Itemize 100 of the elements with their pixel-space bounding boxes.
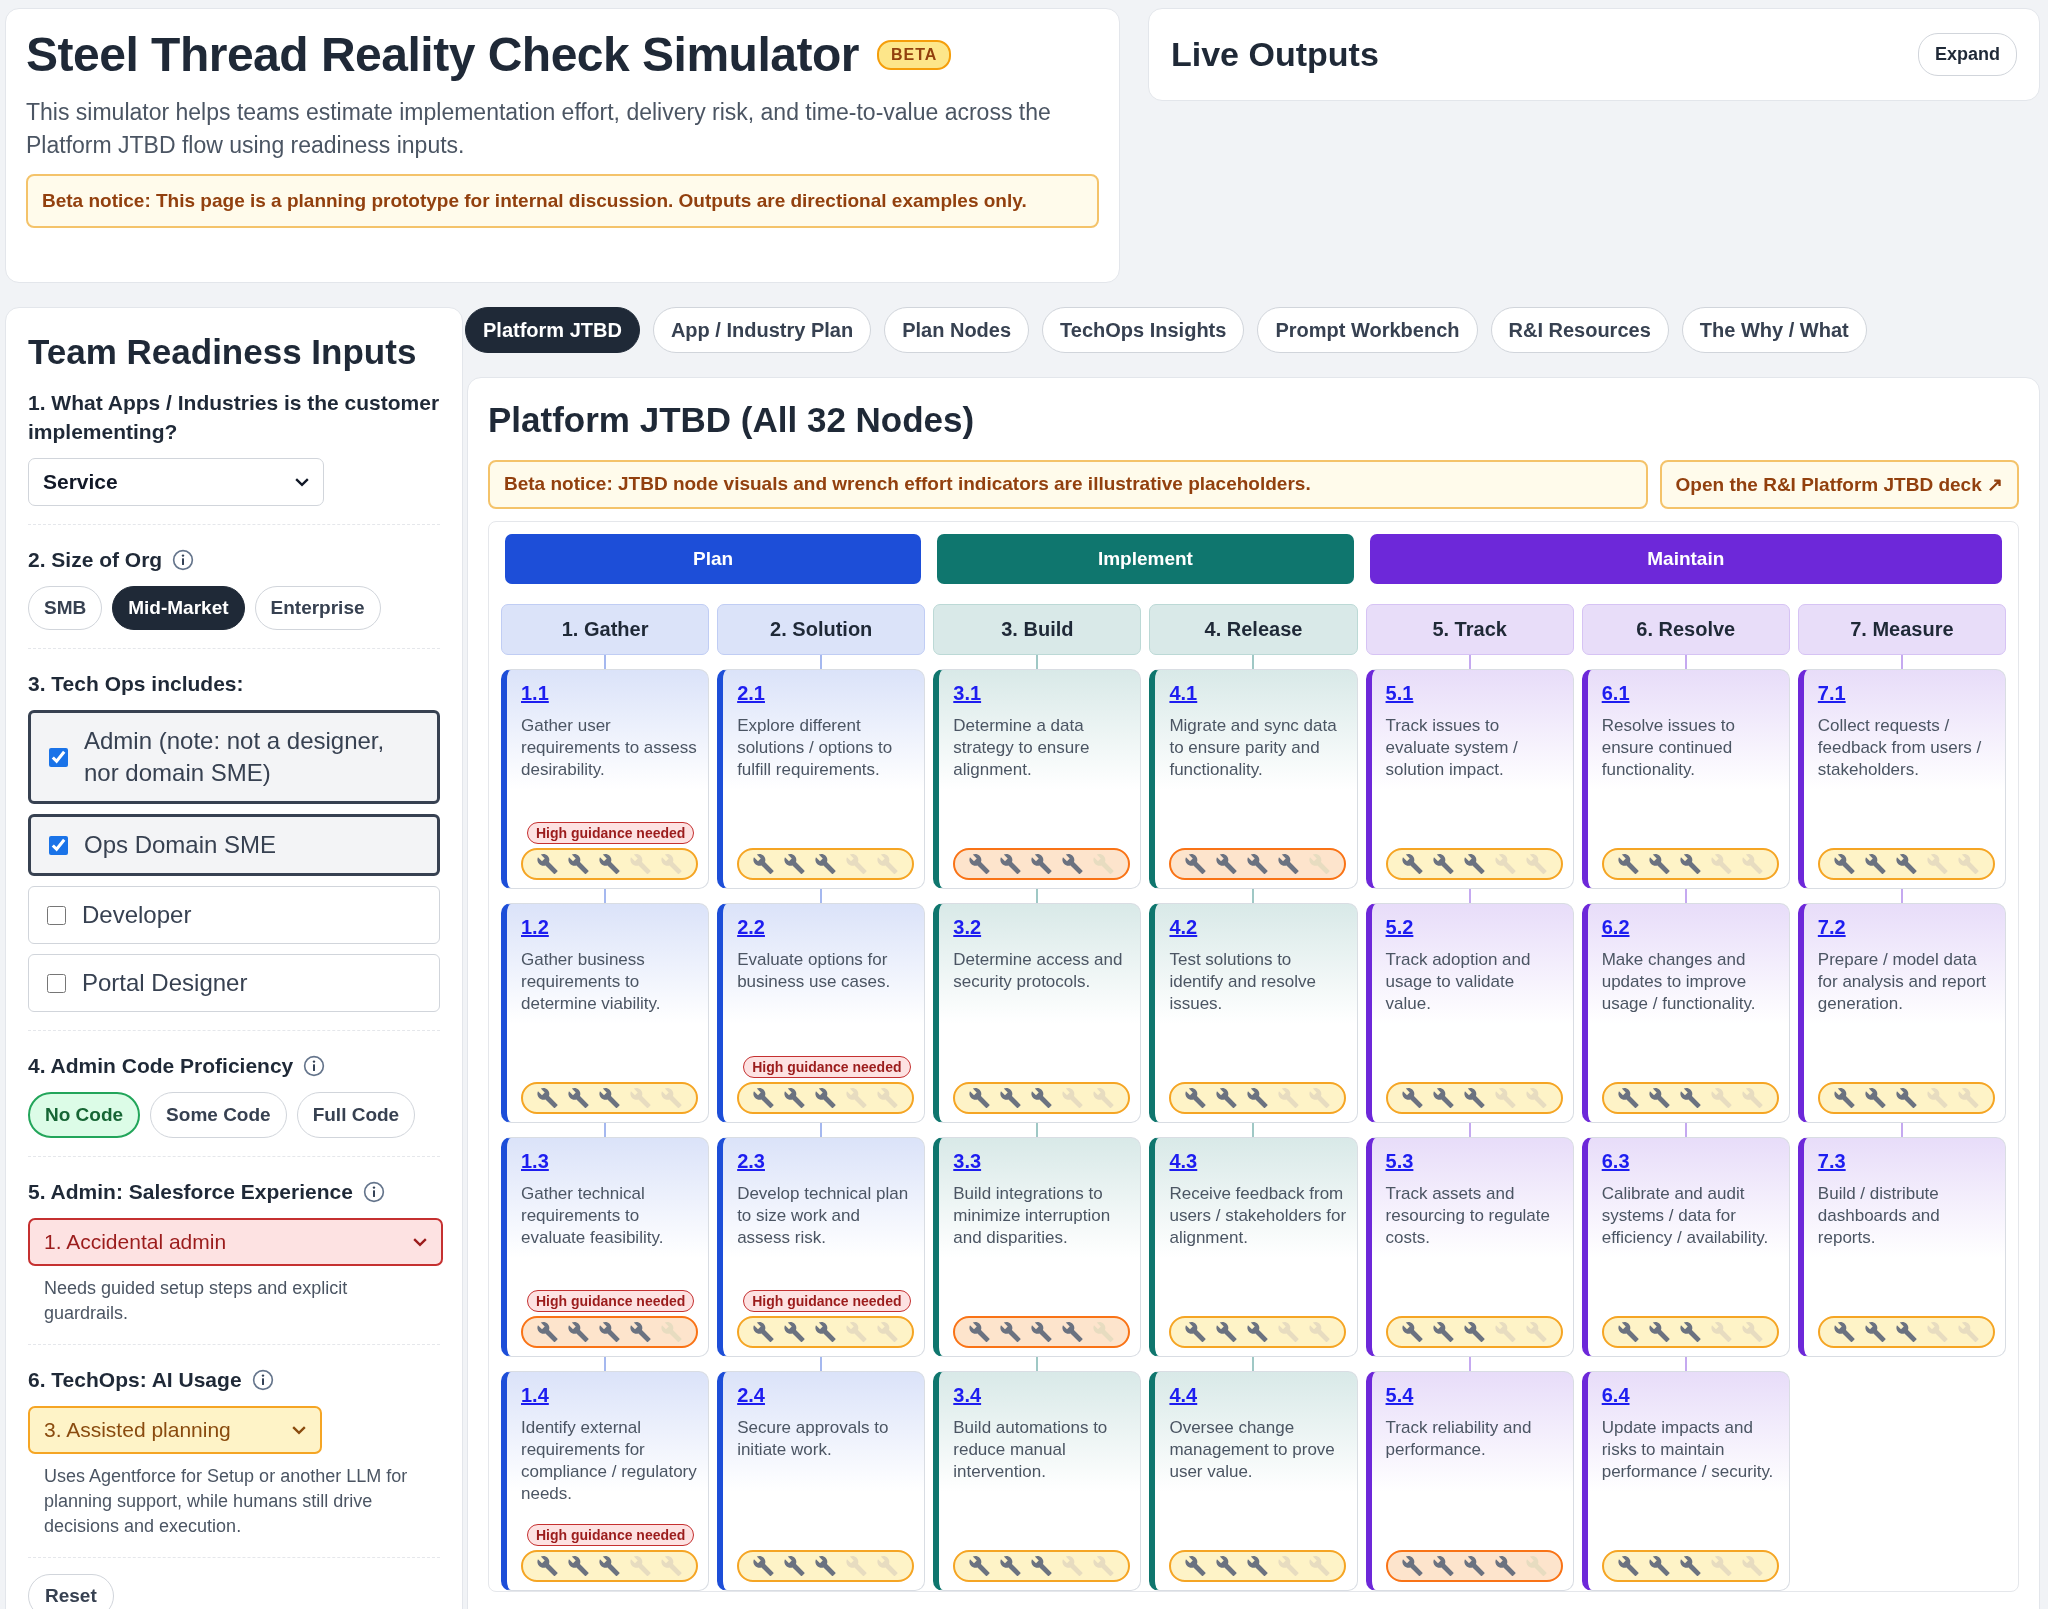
connector-line [1684, 889, 1687, 903]
wrench-icon [1646, 1321, 1672, 1343]
tab[interactable]: R&I Resources [1490, 307, 1669, 353]
checkbox[interactable] [47, 905, 66, 925]
node-card[interactable]: 2.3 Develop technical plan to size work and assess risk. High guidance needed [717, 1137, 926, 1357]
wrench-icon [1615, 1555, 1641, 1577]
node-link[interactable]: 6.4 [1601, 1384, 1630, 1407]
node-link[interactable]: 3.3 [953, 1150, 982, 1173]
node-link[interactable]: 4.2 [1169, 916, 1198, 939]
node-link[interactable]: 2.2 [737, 916, 765, 939]
node-card[interactable]: 2.4 Secure approvals to initiate work. [717, 1371, 926, 1591]
node-description: Migrate and sync data to ensure parity and functionality. [1169, 715, 1338, 781]
node-link[interactable]: 5.4 [1385, 1384, 1414, 1407]
node-description: Track assets and resourcing to regulate costs. [1385, 1183, 1551, 1249]
node-link[interactable]: 1.2 [521, 916, 549, 939]
option-pill[interactable]: No Code [28, 1092, 141, 1138]
checkbox[interactable] [49, 747, 68, 767]
deck-link[interactable]: Open the R&I Platform JTBD deck ↗ [1659, 460, 2019, 509]
connector-line [1900, 655, 1903, 669]
node-card[interactable]: 6.1 Resolve issues to ensure continued functionality. [1581, 669, 1790, 889]
checkbox-option[interactable]: Developer [28, 886, 440, 944]
option-pill[interactable]: Full Code [296, 1092, 416, 1138]
checkbox[interactable] [49, 835, 68, 855]
node-card[interactable]: 5.2 Track adoption and usage to validate value. [1365, 903, 1574, 1123]
node-link[interactable]: 1.4 [521, 1384, 549, 1407]
tab[interactable]: App / Industry Plan [652, 307, 872, 353]
node-card[interactable]: 1.3 Gather technical requirements to evaluate feasibility. High guidance needed [501, 1137, 710, 1357]
dropdown[interactable]: 1. Accidental admin [28, 1218, 443, 1266]
tab[interactable]: Prompt Workbench [1257, 307, 1478, 353]
tab[interactable]: Plan Nodes [884, 307, 1030, 353]
checkbox-label: Ops Domain SME [84, 830, 277, 860]
node-link[interactable]: 7.3 [1817, 1150, 1846, 1173]
node-link[interactable]: 1.1 [521, 682, 549, 705]
node-card[interactable]: 7.1 Collect requests / feedback from users / stakeholders. [1797, 669, 2006, 889]
info-icon[interactable] [251, 1368, 274, 1391]
node-link[interactable]: 5.1 [1385, 682, 1414, 705]
info-icon[interactable] [172, 548, 195, 571]
info-icon[interactable] [362, 1180, 385, 1203]
node-description: Gather technical requirements to evaluate feasibility. [521, 1183, 665, 1249]
expand-button[interactable]: Expand [1918, 33, 2017, 76]
phase-header: Maintain [1369, 534, 2002, 584]
node-card[interactable]: 6.2 Make changes and updates to improve usage / functionality. [1581, 903, 1790, 1123]
node-card[interactable]: 5.3 Track assets and resourcing to regulate costs. [1365, 1137, 1574, 1357]
dropdown[interactable]: Service [28, 458, 324, 506]
info-icon[interactable] [303, 1054, 326, 1077]
node-card[interactable]: 3.2 Determine access and security protocols. [933, 903, 1142, 1123]
node-card[interactable]: 1.2 Gather business requirements to determine viability. [501, 903, 710, 1123]
option-pill[interactable]: Enterprise [254, 586, 381, 630]
node-link[interactable]: 4.1 [1169, 682, 1198, 705]
connector-line [1036, 655, 1039, 669]
checkbox-label: Portal Designer [82, 968, 248, 998]
node-card[interactable]: 4.3 Receive feedback from users / stakeholders for alignment. [1149, 1137, 1358, 1357]
tab[interactable]: TechOps Insights [1042, 307, 1245, 353]
node-card[interactable]: 6.4 Update impacts and risks to maintain performance / security. [1581, 1371, 1790, 1591]
node-card[interactable]: 2.2 Evaluate options for business use cases. High guidance needed [717, 903, 926, 1123]
connector-line [1684, 1123, 1687, 1137]
tab[interactable]: Platform JTBD [465, 307, 640, 353]
node-card[interactable]: 5.4 Track reliability and performance. [1365, 1371, 1574, 1591]
node-link[interactable]: 7.2 [1817, 916, 1846, 939]
node-link[interactable]: 7.1 [1817, 682, 1846, 705]
node-card[interactable]: 6.3 Calibrate and audit systems / data for efficiency / availability. [1581, 1137, 1790, 1357]
node-card[interactable]: 3.3 Build integrations to minimize interruption and disparities. [933, 1137, 1142, 1357]
node-card[interactable]: 1.1 Gather user requirements to assess desirability. High guidance needed [501, 669, 710, 889]
wrench-icon [1461, 1087, 1487, 1109]
node-link[interactable]: 6.1 [1601, 682, 1630, 705]
node-link[interactable]: 3.4 [953, 1384, 982, 1407]
node-card[interactable]: 4.2 Test solutions to identify and resolve issues. [1149, 903, 1358, 1123]
node-card[interactable]: 2.1 Explore different solutions / options to fulfill requirements. [717, 669, 926, 889]
option-pill[interactable]: Mid-Market [112, 586, 245, 630]
node-card[interactable]: 1.4 Identify external requirements for compliance / regulatory needs. High guidance needed [501, 1371, 710, 1591]
node-card[interactable]: 5.1 Track issues to evaluate system / solution impact. [1365, 669, 1574, 889]
node-link[interactable]: 4.3 [1169, 1150, 1198, 1173]
node-link[interactable]: 2.4 [737, 1384, 765, 1407]
node-link[interactable]: 4.4 [1169, 1384, 1198, 1407]
node-card[interactable]: 3.4 Build automations to reduce manual intervention. [933, 1371, 1142, 1591]
option-pill[interactable]: SMB [28, 586, 103, 630]
node-link[interactable]: 6.2 [1601, 916, 1630, 939]
node-link[interactable]: 2.1 [737, 682, 765, 705]
node-card[interactable]: 7.2 Prepare / model data for analysis and report generation. [1797, 903, 2006, 1123]
tab[interactable]: The Why / What [1681, 307, 1867, 353]
checkbox[interactable] [47, 973, 66, 993]
node-link[interactable]: 5.3 [1385, 1150, 1414, 1173]
checkbox-option[interactable]: Portal Designer [28, 954, 440, 1012]
node-card[interactable]: 4.4 Oversee change management to prove user value. [1149, 1371, 1358, 1591]
node-link[interactable]: 3.1 [953, 682, 982, 705]
checkbox-option[interactable]: Ops Domain SME [28, 814, 440, 876]
node-card[interactable]: 3.1 Determine a data strategy to ensure alignment. [933, 669, 1142, 889]
reset-button[interactable]: Reset [28, 1574, 114, 1609]
node-description: Determine a data strategy to ensure alignment. [953, 715, 1091, 781]
node-link[interactable]: 2.3 [737, 1150, 765, 1173]
node-link[interactable]: 1.3 [521, 1150, 549, 1173]
node-link[interactable]: 3.2 [953, 916, 982, 939]
dropdown[interactable]: 3. Assisted planning [28, 1406, 322, 1454]
node-link[interactable]: 5.2 [1385, 916, 1414, 939]
node-card[interactable]: 4.1 Migrate and sync data to ensure parity and functionality. [1149, 669, 1358, 889]
wrench-icon [1615, 853, 1641, 875]
node-link[interactable]: 6.3 [1601, 1150, 1630, 1173]
node-card[interactable]: 7.3 Build / distribute dashboards and reports. [1797, 1137, 2006, 1357]
option-pill[interactable]: Some Code [150, 1092, 287, 1138]
checkbox-option[interactable]: Admin (note: not a designer, nor domain SME) [28, 710, 440, 804]
